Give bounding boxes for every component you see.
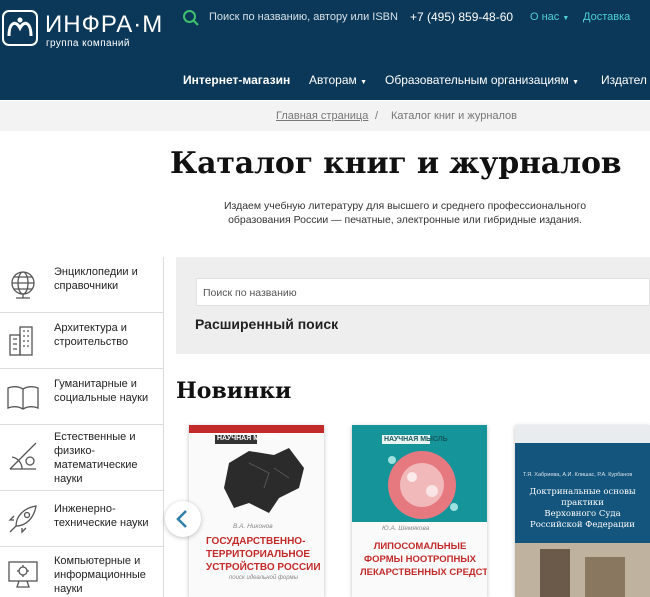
- category-item-humanities[interactable]: Гуманитарные и социальные науки: [0, 369, 163, 425]
- nav-authors-label: Авторам: [309, 73, 357, 87]
- book-subtitle: поиск идеальной формы: [229, 575, 299, 581]
- category-item-architecture[interactable]: Архитектура и строительство: [0, 313, 163, 369]
- book-cover-molecule-image: [388, 451, 458, 519]
- about-label: О нас: [530, 11, 560, 23]
- book-cover-photo: [515, 543, 650, 597]
- book-card[interactable]: НАУЧНАЯ МЫСЛЬ В.А. Никонов ГОСУДАРСТВЕНН…: [189, 425, 324, 597]
- chevron-down-icon: ▼: [360, 79, 368, 86]
- book-series: НАУЧНАЯ МЫСЛЬ: [384, 436, 448, 443]
- nav-education[interactable]: Образовательным организациям ▼: [385, 73, 579, 87]
- book-cover-map-image: [224, 448, 304, 513]
- book-cover-top-band: [515, 425, 650, 443]
- book-title: ЛИПОСОМАЛЬНЫЕ ФОРМЫ НООТРОПНЫХ ЛЕКАРСТВЕНН…: [360, 541, 487, 578]
- nav-publishers[interactable]: Издател: [601, 73, 647, 87]
- category-item-encyclopedias[interactable]: Энциклопедии и справочники: [0, 257, 163, 313]
- buildings-icon: [9, 326, 33, 356]
- category-label: Компьютерные и информационные науки: [54, 555, 146, 595]
- chevron-left-icon: [176, 510, 187, 528]
- category-label: Естественные и физико- математические на…: [54, 431, 138, 485]
- book-card[interactable]: НАУЧНАЯ МЫСЛЬ Ю.А. Шемякова ЛИПОСОМАЛЬНЫ…: [352, 425, 487, 597]
- logo[interactable]: ИНФРА·М группа компаний: [0, 0, 163, 58]
- search-icon[interactable]: [182, 9, 200, 27]
- breadcrumb-separator: /: [375, 110, 379, 122]
- nav-education-label: Образовательным организациям: [385, 73, 569, 87]
- phone-number[interactable]: +7 (495) 859-48-60: [410, 10, 513, 24]
- book-icon: [7, 386, 39, 410]
- category-label: Инженерно- технические науки: [54, 503, 149, 529]
- nav-authors[interactable]: Авторам ▼: [309, 73, 367, 87]
- new-books-heading: Новинки: [176, 378, 292, 404]
- book-author: Ю.А. Шемякова: [382, 525, 430, 532]
- book-authors: Т.Я. Хабриева, А.И. Клишас, Р.А. Курбано…: [523, 472, 633, 478]
- book-card[interactable]: Т.Я. Хабриева, А.И. Клишас, Р.А. Курбано…: [515, 425, 650, 597]
- book-series: НАУЧНАЯ МЫСЛЬ: [217, 435, 281, 442]
- catalog-search-placeholder: Поиск по названию: [203, 287, 297, 299]
- advanced-search-link[interactable]: Расширенный поиск: [195, 316, 338, 332]
- geometry-icon: [9, 442, 37, 470]
- intro-line-1: Издаем учебную литературу для высшего и …: [223, 200, 587, 212]
- logo-subtitle: группа компаний: [46, 38, 130, 49]
- chevron-down-icon: ▼: [572, 79, 580, 86]
- book-title: Доктринальные основы практики Верховного С…: [529, 487, 636, 530]
- category-label: Гуманитарные и социальные науки: [54, 378, 149, 404]
- rocket-icon: [8, 505, 37, 534]
- site-header: ИНФРА·М группа компаний Поиск по названи…: [0, 0, 650, 100]
- monitor-icon: [8, 561, 38, 588]
- about-link[interactable]: О нас ▼: [530, 11, 569, 23]
- category-label: Энциклопедии и справочники: [54, 266, 138, 292]
- book-title: ГОСУДАРСТВЕННО- ТЕРРИТОРИАЛЬНОЕ УСТРОЙСТВО…: [206, 536, 321, 573]
- intro-line-2: образования России — печатные, электронн…: [228, 214, 582, 226]
- carousel-prev-button[interactable]: [165, 501, 201, 537]
- book-cover-stripe: [189, 425, 324, 433]
- category-item-natural-sciences[interactable]: Естественные и физико- математические на…: [0, 425, 163, 491]
- logo-name: ИНФРА·М: [45, 11, 164, 38]
- catalog-search-input[interactable]: Поиск по названию: [196, 278, 650, 306]
- header-search-input[interactable]: Поиск по названию, автору или ISBN: [209, 11, 398, 23]
- nav-shop[interactable]: Интернет-магазин: [183, 73, 290, 87]
- chevron-down-icon: ▼: [562, 15, 570, 22]
- logo-mark-icon: [2, 10, 38, 46]
- page-title: Каталог книг и журналов: [170, 146, 622, 181]
- breadcrumb-home[interactable]: Главная страница: [276, 110, 368, 122]
- category-sidebar: Энциклопедии и справочники Архитектура и…: [0, 257, 164, 597]
- breadcrumb-current: Каталог книг и журналов: [391, 110, 518, 122]
- category-item-engineering[interactable]: Инженерно- технические науки: [0, 491, 163, 547]
- category-label: Архитектура и строительство: [54, 322, 129, 348]
- delivery-link[interactable]: Доставка: [583, 11, 630, 23]
- globe-icon: [11, 271, 35, 299]
- nav-shop-label: Интернет-магазин: [183, 73, 291, 87]
- page-intro: Издаем учебную литературу для высшего и …: [185, 199, 625, 227]
- category-item-computer-sciences[interactable]: Компьютерные и информационные науки: [0, 547, 163, 597]
- book-author: В.А. Никонов: [233, 523, 273, 530]
- breadcrumb: Главная страница / Каталог книг и журнал…: [0, 101, 650, 131]
